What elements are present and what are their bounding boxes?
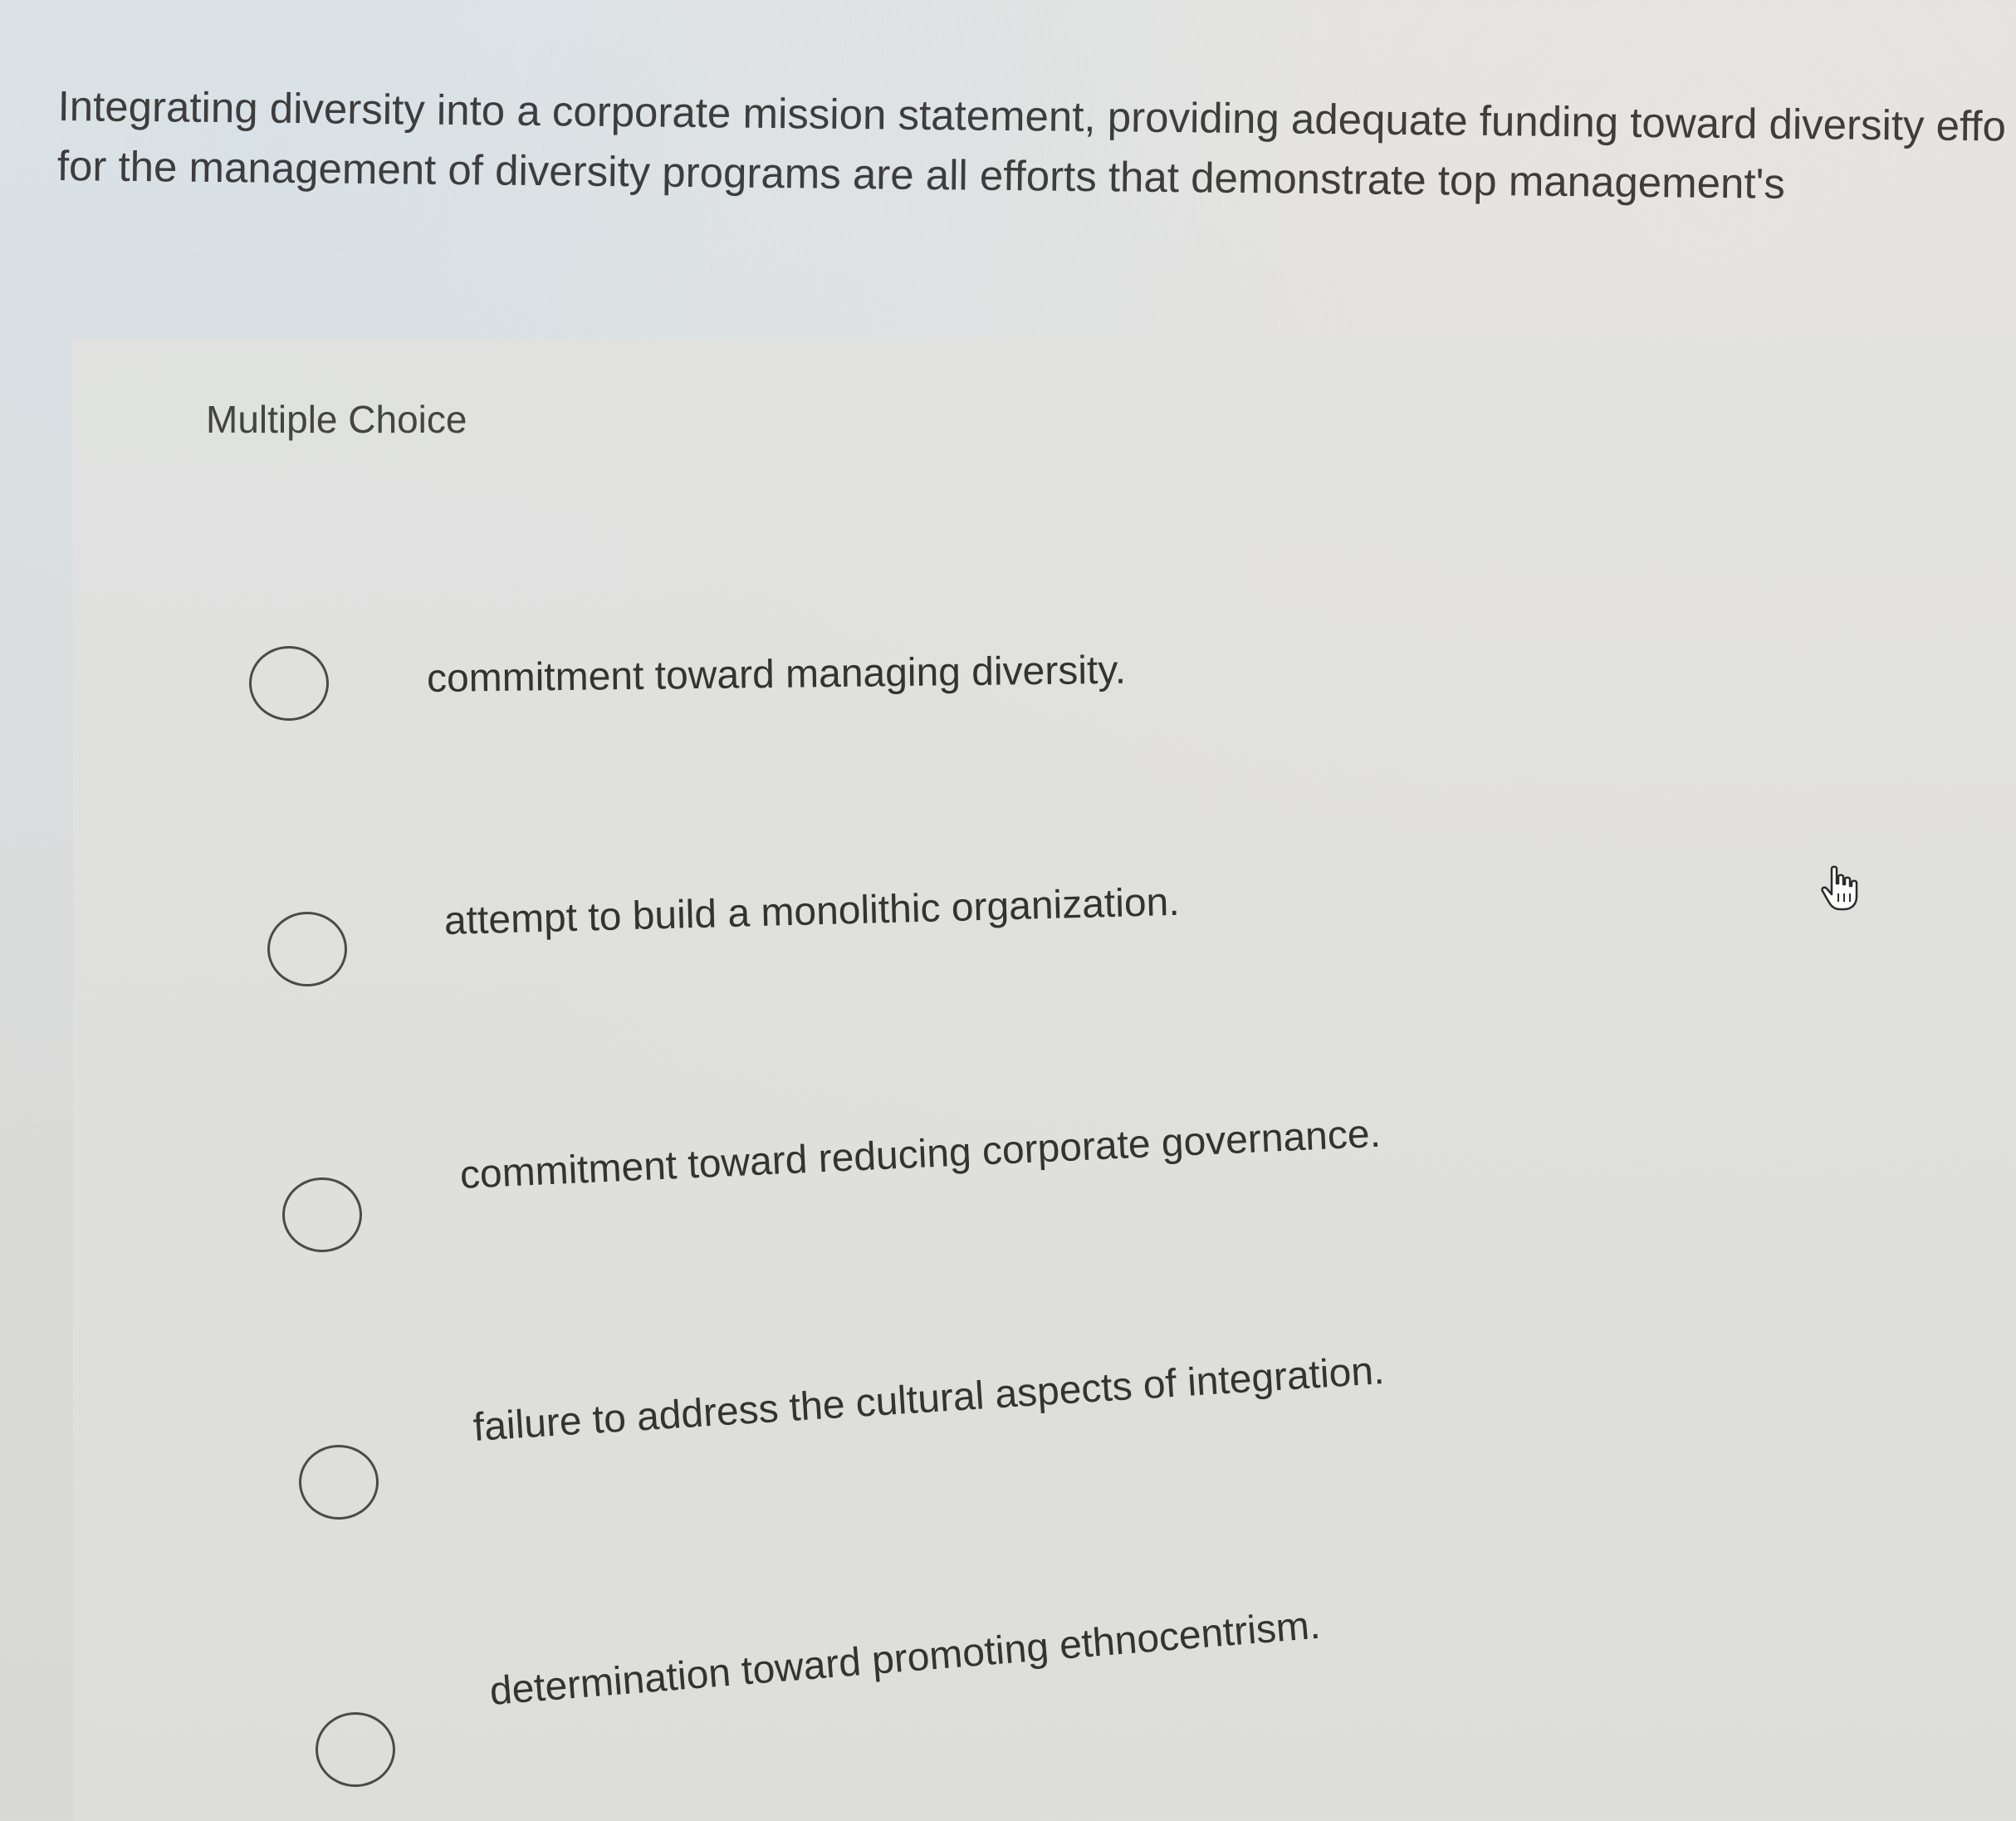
- answer-panel: [73, 339, 2016, 1821]
- radio-button-1[interactable]: [249, 646, 329, 721]
- multiple-choice-label: Multiple Choice: [206, 398, 467, 441]
- question-text: Integrating diversity into a corporate m…: [56, 76, 2016, 218]
- hand-pointer-icon: [1821, 865, 1858, 911]
- radio-button-5[interactable]: [316, 1712, 395, 1787]
- radio-button-3[interactable]: [282, 1177, 362, 1252]
- radio-button-2[interactable]: [267, 912, 347, 986]
- answer-option-1-text: commitment toward managing diversity.: [426, 648, 1127, 701]
- radio-button-4[interactable]: [299, 1445, 379, 1520]
